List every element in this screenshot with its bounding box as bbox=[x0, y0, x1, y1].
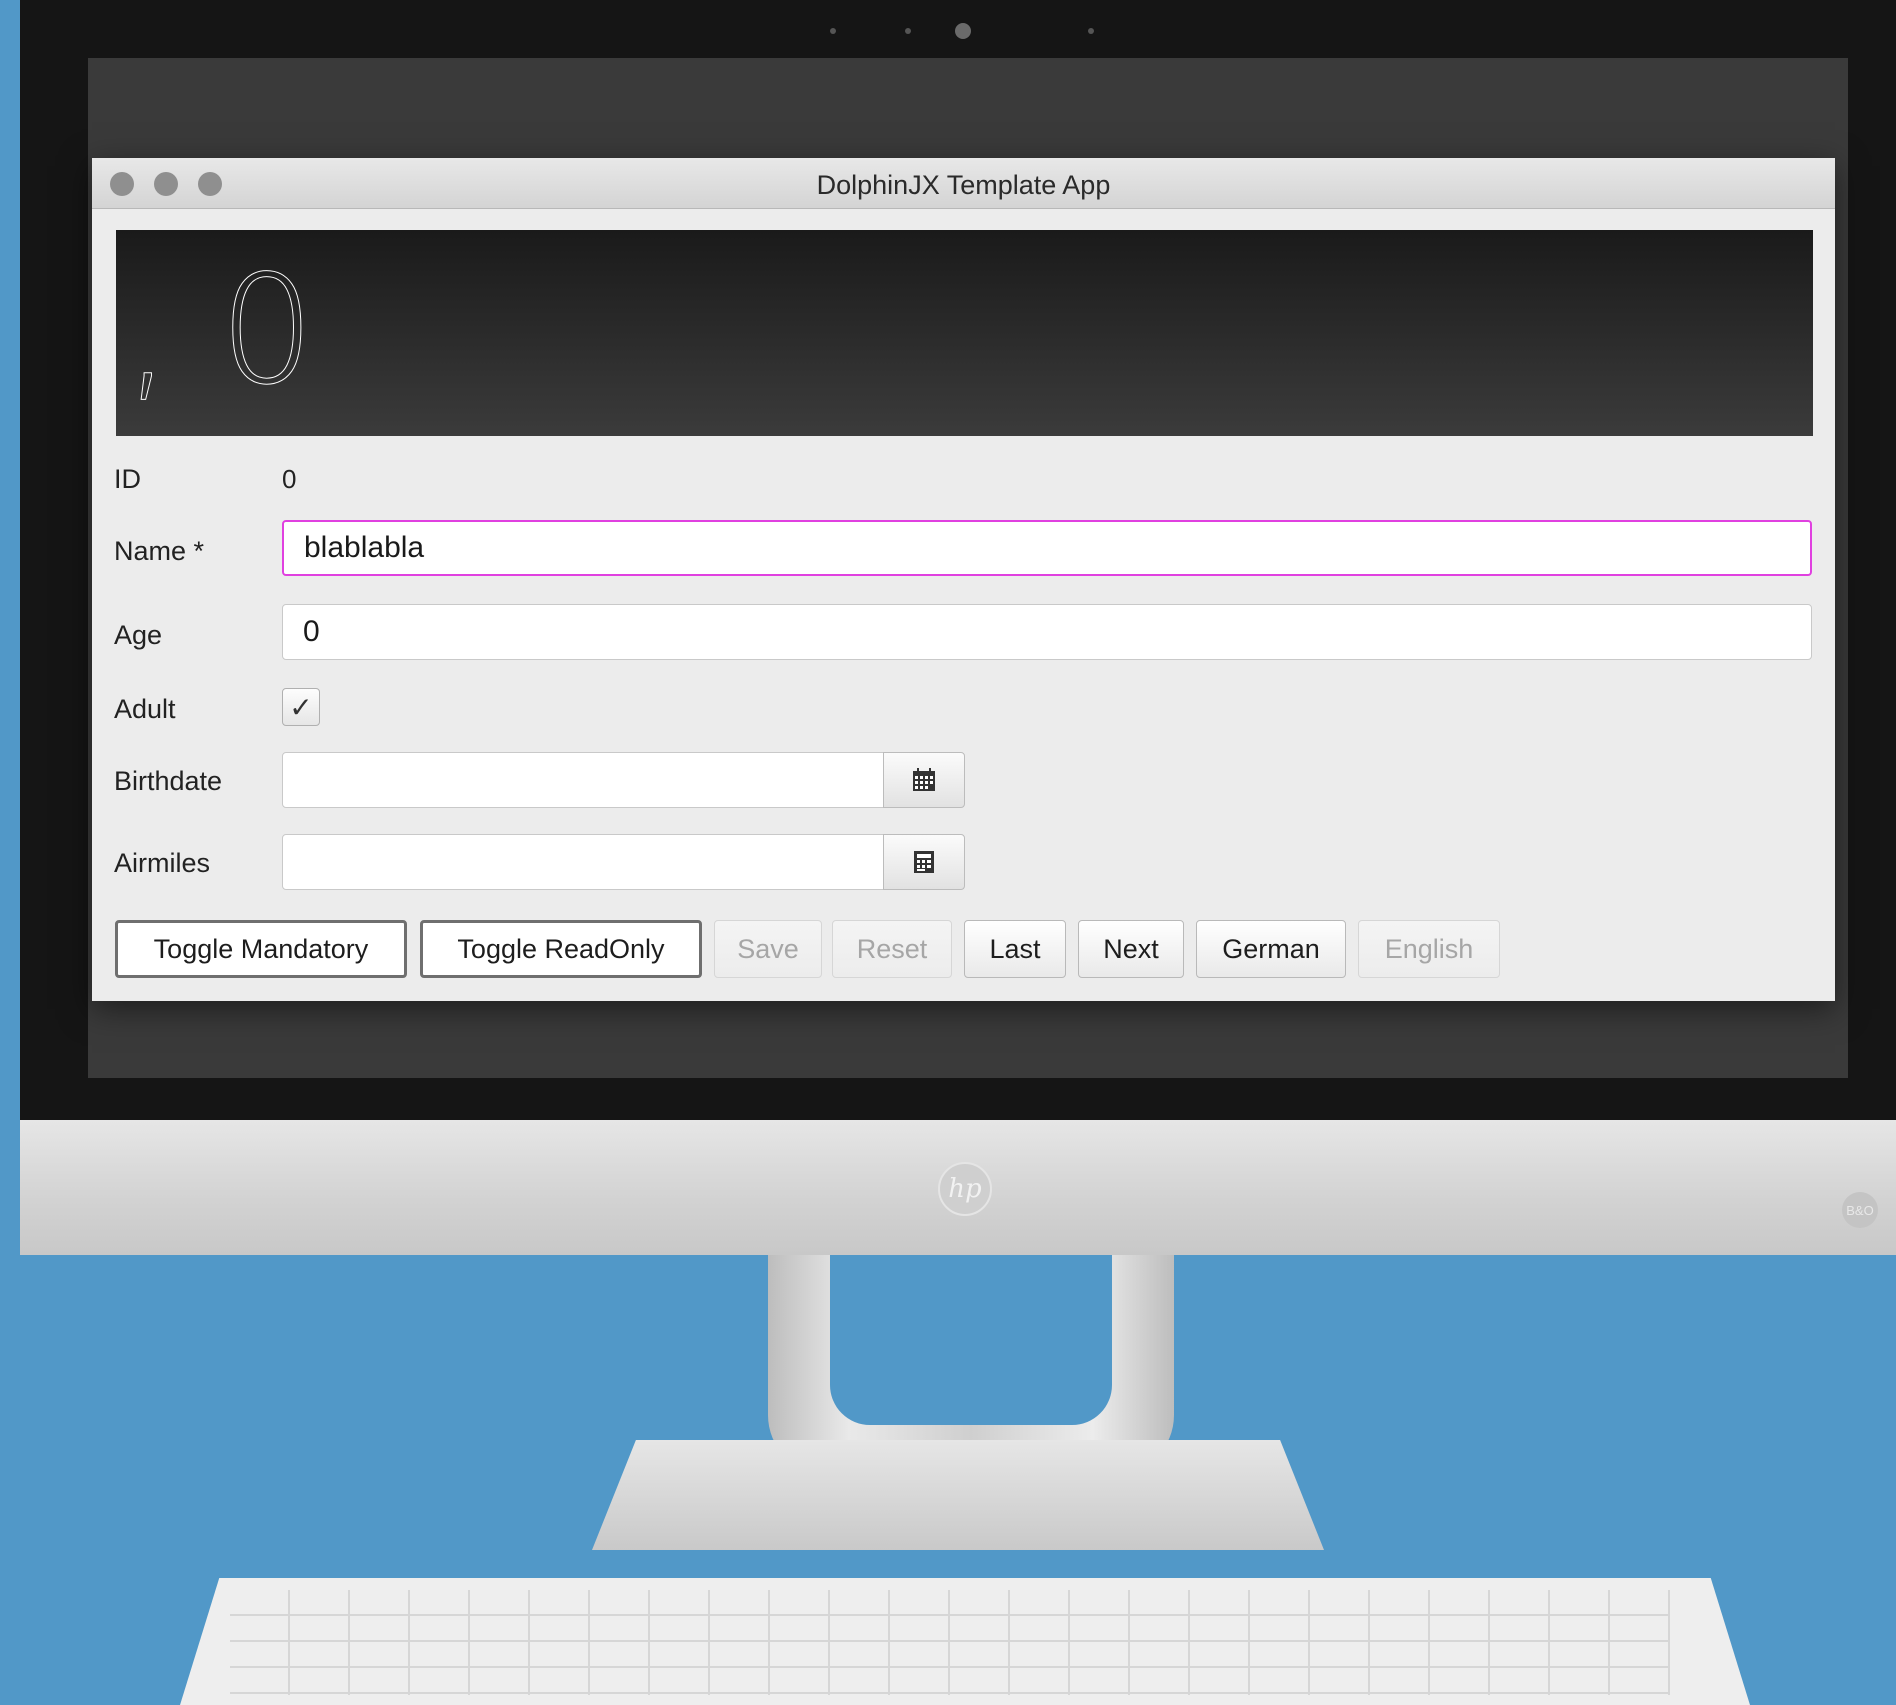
next-button[interactable]: Next bbox=[1078, 920, 1184, 978]
monitor-stand-base bbox=[592, 1440, 1324, 1550]
reset-button[interactable]: Reset bbox=[832, 920, 952, 978]
age-input[interactable]: 0 bbox=[282, 604, 1812, 660]
birthdate-picker-button[interactable] bbox=[883, 752, 965, 808]
id-value: 0 bbox=[282, 464, 297, 494]
adult-label: Adult bbox=[114, 694, 176, 724]
german-button[interactable]: German bbox=[1196, 920, 1346, 978]
airmiles-label: Airmiles bbox=[114, 848, 211, 878]
toggle-readonly-button[interactable]: Toggle ReadOnly bbox=[420, 920, 702, 978]
keyboard-keys bbox=[230, 1590, 1670, 1695]
save-button[interactable]: Save bbox=[714, 920, 822, 978]
window-title: DolphinJX Template App bbox=[816, 170, 1111, 200]
camera-sensor-dot bbox=[905, 28, 911, 34]
header-display-text: , 0 bbox=[124, 244, 316, 419]
camera-sensor-dot bbox=[830, 28, 836, 34]
bo-badge: B&O bbox=[1842, 1192, 1878, 1228]
last-button[interactable]: Last bbox=[964, 920, 1066, 978]
birthdate-input[interactable] bbox=[282, 752, 884, 808]
window-titlebar[interactable]: DolphinJX Template App bbox=[92, 158, 1835, 209]
camera-sensor-dot bbox=[1088, 28, 1094, 34]
webcam-lens bbox=[955, 23, 971, 39]
birthdate-label: Birthdate bbox=[114, 766, 223, 796]
english-button[interactable]: English bbox=[1358, 920, 1500, 978]
airmiles-calculator-button[interactable] bbox=[883, 834, 965, 890]
monitor-stand-opening bbox=[830, 1255, 1112, 1425]
header-panel: , 0 bbox=[116, 230, 1813, 436]
checkmark-icon: ✓ bbox=[289, 691, 313, 723]
calendar-icon bbox=[913, 768, 935, 791]
name-label: Name * bbox=[114, 536, 205, 566]
hp-logo: hp bbox=[938, 1162, 992, 1216]
airmiles-input[interactable] bbox=[282, 834, 884, 890]
calculator-icon bbox=[914, 851, 934, 873]
toggle-mandatory-button[interactable]: Toggle Mandatory bbox=[115, 920, 407, 978]
app-window: DolphinJX Template App , 0 ID 0 Name * b… bbox=[92, 158, 1835, 1001]
age-label: Age bbox=[114, 620, 163, 650]
adult-checkbox[interactable]: ✓ bbox=[282, 688, 320, 726]
name-input[interactable]: blablabla bbox=[282, 520, 1812, 576]
id-label: ID bbox=[114, 464, 141, 494]
